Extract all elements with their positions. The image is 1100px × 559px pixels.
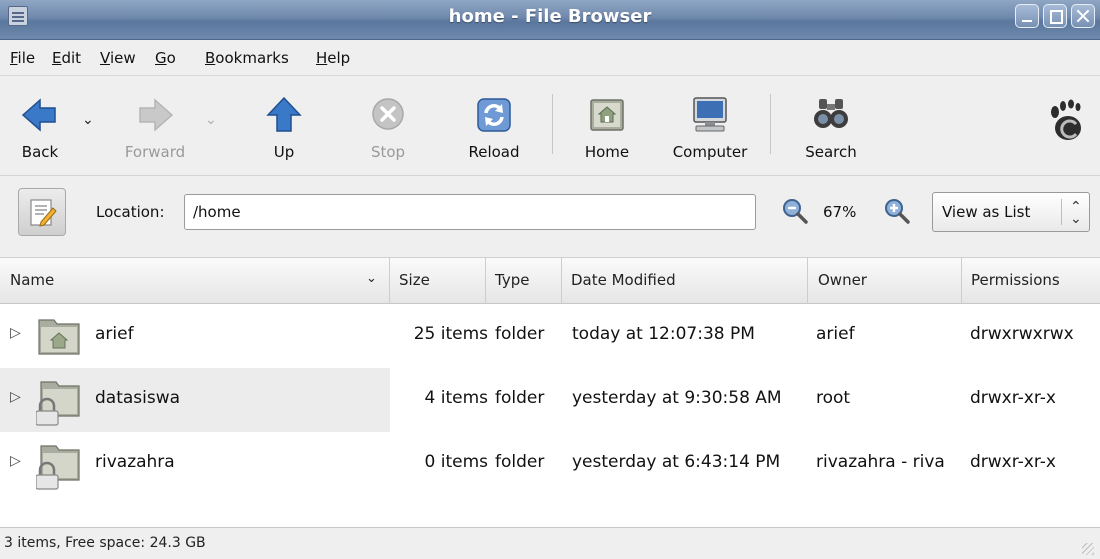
file-date-modified: yesterday at 6:43:14 PM [572, 452, 781, 472]
file-size: 0 items [424, 452, 488, 472]
column-owner[interactable]: Owner [808, 258, 962, 304]
file-name: rivazahra [95, 452, 175, 472]
minimize-button[interactable] [1015, 4, 1039, 28]
home-button[interactable]: Home [572, 76, 642, 176]
file-name: datasiswa [95, 388, 181, 408]
table-row[interactable]: ▷ arief 25 items folder today at 12:07:3… [0, 304, 1100, 368]
column-type[interactable]: Type [486, 258, 562, 304]
file-permissions: drwxr-xr-x [970, 452, 1056, 472]
menu-bookmarks[interactable]: Bookmarks [205, 49, 289, 67]
gnome-foot-logo-icon [1046, 98, 1086, 146]
column-name[interactable]: Name ⌄ [0, 258, 390, 304]
binoculars-icon [812, 96, 850, 136]
expand-triangle-icon[interactable]: ▷ [10, 453, 21, 469]
file-date-modified: today at 12:07:38 PM [572, 324, 755, 344]
forward-button[interactable]: Forward [110, 76, 200, 176]
home-folder-icon [588, 96, 626, 138]
menu-bar: File Edit View Go Bookmarks Help [0, 40, 1100, 76]
menu-go[interactable]: Go [155, 49, 176, 67]
file-owner: root [816, 388, 851, 408]
computer-button[interactable]: Computer [658, 76, 762, 176]
back-button[interactable]: Back [8, 76, 72, 176]
locked-folder-icon [35, 440, 82, 494]
reload-button[interactable]: Reload [454, 76, 534, 176]
menu-view[interactable]: View [100, 49, 136, 67]
resize-grip-icon[interactable] [1082, 543, 1094, 555]
table-row[interactable]: ▷ rivazahra 0 items folder yesterday at … [0, 432, 1100, 496]
search-button[interactable]: Search [796, 76, 866, 176]
file-size: 25 items [413, 324, 488, 344]
file-date-modified: yesterday at 9:30:58 AM [572, 388, 782, 408]
zoom-level[interactable]: 67% [823, 203, 856, 221]
location-input[interactable] [184, 194, 756, 230]
file-owner: rivazahra - riva [816, 452, 945, 472]
file-permissions: drwxrwxrwx [970, 324, 1074, 344]
sort-descending-icon: ⌄ [366, 271, 377, 286]
window-title: home - File Browser [448, 6, 652, 27]
stop-icon [370, 96, 406, 136]
expand-triangle-icon[interactable]: ▷ [10, 389, 21, 405]
location-bar: Location: 67% View as List ⌃⌄ [0, 176, 1100, 258]
toggle-location-button[interactable] [18, 188, 66, 236]
file-size: 4 items [424, 388, 488, 408]
zoom-in-icon[interactable] [884, 198, 910, 228]
location-label: Location: [96, 203, 165, 221]
column-size[interactable]: Size [390, 258, 486, 304]
menu-file[interactable]: File [10, 49, 35, 67]
file-type: folder [495, 452, 545, 472]
close-button[interactable] [1071, 4, 1095, 28]
menu-help[interactable]: Help [316, 49, 350, 67]
up-button[interactable]: Up [254, 76, 314, 176]
column-date-modified[interactable]: Date Modified [562, 258, 808, 304]
back-arrow-icon [21, 96, 59, 138]
toolbar-separator [552, 94, 553, 154]
computer-icon [690, 96, 730, 138]
title-bar: home - File Browser [0, 0, 1100, 40]
toolbar: Back ⌄ Forward ⌄ Up Stop Reload Home Com… [0, 76, 1100, 176]
stop-button[interactable]: Stop [358, 76, 418, 176]
text-edit-icon [29, 198, 57, 232]
file-type: folder [495, 388, 545, 408]
zoom-out-icon[interactable] [782, 198, 808, 228]
view-mode-select[interactable]: View as List ⌃ ⌄ [932, 192, 1090, 232]
column-header: Name ⌄ Size Type Date Modified Owner Per… [0, 258, 1100, 304]
back-history-dropdown-icon[interactable]: ⌄ [82, 112, 94, 128]
menu-edit[interactable]: Edit [52, 49, 81, 67]
table-row[interactable]: ▷ datasiswa 4 items folder yesterday at … [0, 368, 1100, 432]
status-bar: 3 items, Free space: 24.3 GB [0, 527, 1100, 559]
expand-triangle-icon[interactable]: ▷ [10, 325, 21, 341]
column-permissions[interactable]: Permissions [962, 258, 1100, 304]
toolbar-separator [770, 94, 771, 154]
forward-history-dropdown-icon[interactable]: ⌄ [205, 112, 217, 128]
status-text: 3 items, Free space: 24.3 GB [4, 535, 206, 551]
file-owner: arief [816, 324, 855, 344]
maximize-button[interactable] [1043, 4, 1067, 28]
select-arrows-icon: ⌃ ⌄ [1070, 199, 1082, 227]
reload-icon [475, 96, 513, 138]
file-name: arief [95, 324, 134, 344]
home-folder-icon [36, 312, 82, 362]
file-list: ▷ arief 25 items folder today at 12:07:3… [0, 304, 1100, 500]
file-permissions: drwxr-xr-x [970, 388, 1056, 408]
file-type: folder [495, 324, 545, 344]
up-arrow-icon [265, 96, 303, 138]
forward-arrow-icon [136, 96, 174, 138]
locked-folder-icon [35, 376, 82, 430]
